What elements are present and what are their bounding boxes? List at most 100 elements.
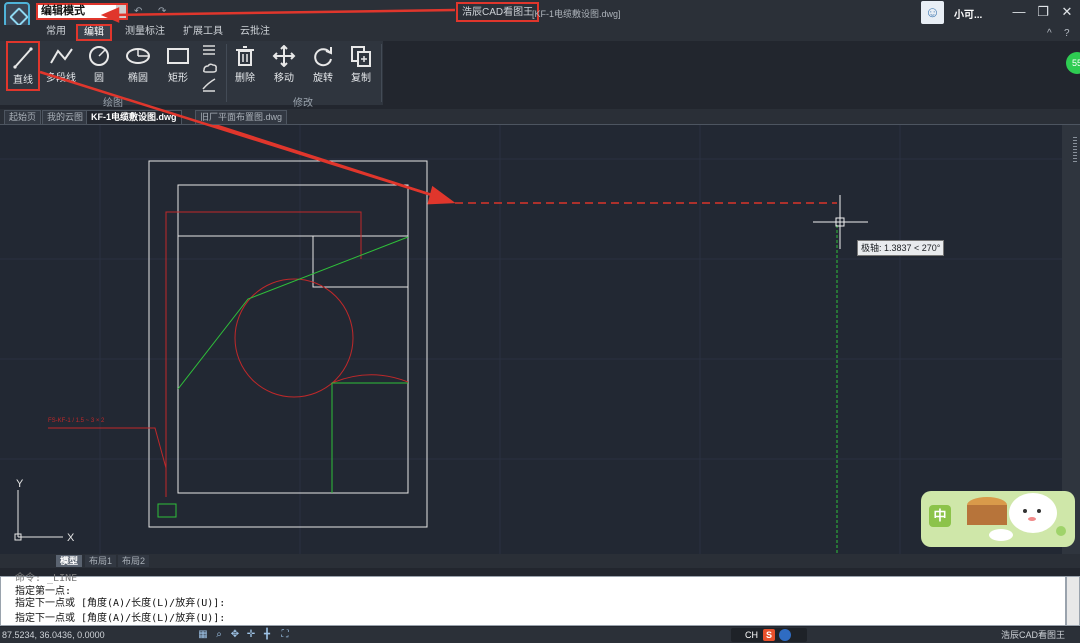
command-line-panel[interactable]: 命令: _LINE 指定第一点: 指定下一点或 [角度(A)/长度(L)/放弃(…: [0, 573, 1066, 626]
move-icon: [272, 45, 296, 67]
mascot-icon: [967, 493, 1066, 541]
status-bar: 87.5234, 36.0436, 0.0000 ▦ ⌕ ✥ ✛ ╋ ⛶ CH …: [0, 627, 1080, 643]
sketch-icon[interactable]: [202, 78, 216, 92]
tab-cloud-annotation[interactable]: 云批注: [234, 25, 276, 40]
copy-button-label: 复制: [351, 73, 371, 84]
draw-group-label: 绘图: [103, 98, 123, 109]
zoom-icon[interactable]: ⌕: [214, 630, 224, 640]
ribbon-tab-bar: 常用 编辑 测量标注 扩展工具 云批注 ^ ?: [0, 24, 1080, 41]
command-history-line: 命令: _LINE: [15, 573, 78, 584]
red-cable-route: [48, 211, 409, 497]
sogou-logo[interactable]: S: [763, 629, 775, 641]
vertical-scrollbar[interactable]: [1062, 125, 1080, 554]
circle-icon: [89, 46, 109, 66]
side-badge[interactable]: 55: [1066, 52, 1080, 74]
user-avatar-icon[interactable]: ☺: [921, 1, 944, 24]
doc-tab-kf1[interactable]: KF-1电缆敷设图.dwg: [86, 110, 182, 124]
ribbon-panel: 直线 多段线 圆 椭圆 矩形 绘图 删除 移动 旋转 复制 修改: [0, 41, 383, 109]
ime-mascot-widget[interactable]: 中: [921, 491, 1075, 547]
axis-x-label: X: [67, 532, 75, 544]
rectangle-icon: [167, 48, 189, 64]
status-app-name: 浩辰CAD看图王: [1001, 630, 1066, 640]
ellipse-button-label: 椭圆: [128, 73, 148, 84]
fullscreen-icon[interactable]: ⛶: [280, 630, 290, 640]
ucs-axis-icon: [14, 490, 63, 541]
ellipse-button[interactable]: 椭圆: [122, 41, 154, 91]
trash-icon: [236, 46, 254, 66]
ime-language-label[interactable]: CH: [745, 628, 758, 642]
rotate-icon: [314, 47, 332, 67]
minimize-button[interactable]: —: [1010, 3, 1028, 21]
command-scrollbar[interactable]: [1066, 576, 1080, 626]
title-bar: 编辑模式 ↶ ↷ 浩辰CAD看图王 [KF-1电缆敷设图.dwg] ☺ 小可..…: [0, 0, 1080, 28]
line-button-label: 直线: [13, 75, 33, 86]
ribbon-collapse-icon[interactable]: ^: [1047, 28, 1052, 39]
tab-model[interactable]: 模型: [56, 555, 83, 567]
tab-extend-tools[interactable]: 扩展工具: [177, 25, 229, 40]
polyline-button[interactable]: 多段线: [44, 41, 78, 91]
polyline-icon: [50, 48, 73, 64]
copy-button[interactable]: 复制: [346, 41, 376, 91]
red-annotation-text: FS-KF-1 / 1.5 ~ 3 × 2: [48, 418, 105, 424]
rectangle-button[interactable]: 矩形: [162, 41, 194, 91]
rotate-button[interactable]: 旋转: [308, 41, 338, 91]
ellipse-icon: [126, 48, 150, 64]
command-input[interactable]: 指定下一点或 [角度(A)/长度(L)/放弃(U)]:: [15, 613, 225, 625]
green-cable-route: [157, 225, 838, 554]
copy-icon: [351, 46, 371, 67]
layout-tab-bar: 模型 布局1 布局2: [0, 554, 1080, 568]
redo-icon[interactable]: ↷: [158, 6, 166, 17]
tab-edit[interactable]: 编辑: [76, 24, 112, 41]
command-history-line: 指定下一点或 [角度(A)/长度(L)/放弃(U)]:: [15, 598, 226, 609]
group-divider: [226, 44, 227, 102]
polar-tooltip: 极轴: 1.3837 < 270°: [857, 240, 945, 256]
help-icon[interactable]: ?: [1064, 28, 1070, 39]
doc-tab-old-factory[interactable]: 旧厂平面布置图.dwg: [195, 110, 288, 124]
hatch-icon[interactable]: [203, 45, 215, 55]
help-icon[interactable]: [779, 629, 791, 641]
line-icon: [13, 47, 33, 69]
grid-toggle-icon[interactable]: ▦: [198, 630, 208, 640]
file-title: [KF-1电缆敷设图.dwg]: [532, 9, 621, 19]
modify-group-label: 修改: [293, 98, 313, 109]
rectangle-button-label: 矩形: [168, 73, 188, 84]
polyline-button-label: 多段线: [46, 73, 76, 84]
pan-icon[interactable]: ✥: [230, 630, 240, 640]
circle-button-label: 圆: [94, 73, 104, 84]
canvas-grid: [0, 125, 1062, 554]
doc-tab-start[interactable]: 起始页: [4, 110, 42, 124]
document-tab-bar: 起始页 我的云图 KF-1电缆敷设图.dwg 旧厂平面布置图.dwg: [0, 109, 1080, 125]
group-divider: [381, 44, 382, 102]
drawing-frame: [148, 160, 428, 528]
user-name[interactable]: 小可...: [954, 6, 982, 21]
mode-select[interactable]: 编辑模式: [36, 3, 128, 20]
tab-common[interactable]: 常用: [40, 25, 72, 40]
coordinate-readout: 87.5234, 36.0436, 0.0000: [2, 630, 105, 640]
chevron-down-icon[interactable]: [116, 5, 126, 18]
callout-arrows: [210, 125, 456, 205]
axis-y-label: Y: [16, 478, 24, 490]
line-button[interactable]: 直线: [6, 41, 40, 91]
close-button[interactable]: ✕: [1058, 3, 1076, 21]
cloud-icon[interactable]: [203, 63, 217, 73]
restore-button[interactable]: ❐: [1034, 3, 1052, 21]
command-history-line: 指定第一点:: [15, 586, 72, 597]
tab-layout-2[interactable]: 布局2: [118, 555, 150, 567]
tab-measure[interactable]: 测量标注: [119, 25, 171, 40]
ime-toolbar[interactable]: CH S: [731, 628, 807, 642]
ortho-icon[interactable]: ╋: [262, 630, 272, 640]
drawing-canvas[interactable]: FS-KF-1 / 1.5 ~ 3 × 2 Y X 极轴: 1.3837 < 2…: [0, 125, 1062, 554]
rotate-button-label: 旋转: [313, 73, 333, 84]
mode-select-value: 编辑模式: [41, 5, 85, 17]
move-button[interactable]: 移动: [268, 41, 300, 91]
tab-layout-1[interactable]: 布局1: [85, 555, 117, 567]
delete-button[interactable]: 删除: [230, 41, 260, 91]
scroll-grip[interactable]: [1073, 137, 1077, 162]
undo-icon[interactable]: ↶: [134, 6, 142, 17]
doc-tab-cloud[interactable]: 我的云图: [42, 110, 89, 124]
draw-small-tools: [200, 41, 220, 104]
delete-button-label: 删除: [235, 73, 255, 84]
circle-button[interactable]: 圆: [84, 41, 114, 91]
snap-icon[interactable]: ✛: [246, 630, 256, 640]
app-title: 浩辰CAD看图王: [456, 2, 540, 22]
